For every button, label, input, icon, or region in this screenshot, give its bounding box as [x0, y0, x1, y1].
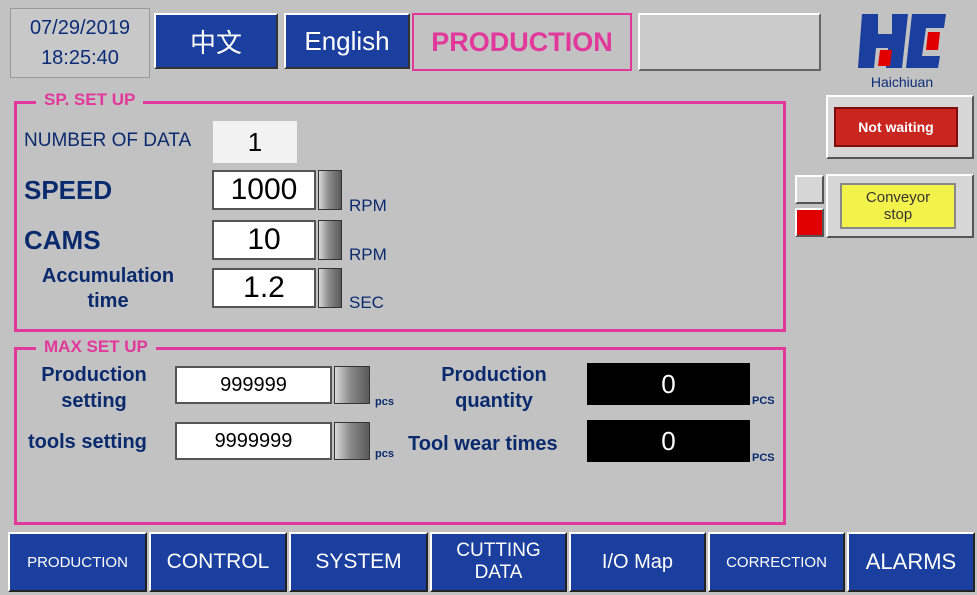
- sp-setup-title: SP. SET UP: [36, 90, 144, 110]
- nav-io-map[interactable]: I/O Map: [569, 532, 706, 592]
- tools-setting-adjust-button[interactable]: [334, 422, 370, 460]
- tool-wear-times-unit: PCS: [752, 452, 775, 464]
- cams-unit: RPM: [349, 245, 387, 264]
- language-chinese-button[interactable]: 中文: [154, 13, 278, 69]
- tools-setting-input[interactable]: 9999999: [175, 422, 332, 460]
- screen-title: PRODUCTION: [412, 13, 632, 71]
- production-quantity-unit: PCS: [752, 395, 775, 407]
- accumulation-time-input[interactable]: 1.2: [212, 268, 316, 308]
- nav-system[interactable]: SYSTEM: [289, 532, 428, 592]
- hc-logo-icon: [858, 14, 946, 68]
- cams-input[interactable]: 10: [212, 220, 316, 260]
- nav-correction[interactable]: CORRECTION: [708, 532, 845, 592]
- tool-wear-times-label: Tool wear times: [408, 433, 558, 455]
- production-quantity-label-line2: quantity: [455, 390, 533, 412]
- company-logo: Haichiuan: [852, 10, 952, 90]
- nav-control[interactable]: CONTROL: [149, 532, 287, 592]
- conveyor-stop-button[interactable]: Conveyor stop: [840, 183, 956, 229]
- cams-label: CAMS: [24, 225, 101, 255]
- tools-setting-label: tools setting: [28, 431, 147, 453]
- accumulation-unit: SEC: [349, 293, 384, 312]
- production-quantity-label: Production quantity: [424, 362, 564, 414]
- conveyor-button-line2: stop: [883, 206, 913, 223]
- conveyor-button-line1: Conveyor: [865, 189, 931, 206]
- accumulation-time-label: Accumulation time: [30, 264, 186, 314]
- accumulation-label-line2: time: [87, 290, 129, 312]
- number-of-data-value: 1: [213, 121, 297, 163]
- max-setup-title: MAX SET UP: [36, 337, 156, 357]
- nav-production[interactable]: PRODUCTION: [8, 532, 147, 592]
- production-setting-input[interactable]: 999999: [175, 366, 332, 404]
- blank-indicator-box: [638, 13, 821, 71]
- speed-adjust-button[interactable]: [318, 170, 342, 210]
- accumulation-label-line1: Accumulation: [41, 265, 175, 287]
- production-quantity-label-line1: Production: [441, 364, 547, 386]
- speed-input[interactable]: 1000: [212, 170, 316, 210]
- tool-wear-times-value: 0: [587, 420, 750, 462]
- nav-cutting-data[interactable]: CUTTING DATA: [430, 532, 567, 592]
- speed-label: SPEED: [24, 175, 113, 205]
- production-setting-unit: pcs: [375, 396, 394, 408]
- production-setting-adjust-button[interactable]: [334, 366, 370, 404]
- cams-adjust-button[interactable]: [318, 220, 342, 260]
- datetime-display: 07/29/2019 18:25:40: [10, 8, 150, 78]
- language-english-button[interactable]: English: [284, 13, 410, 69]
- nav-cutting-line2: DATA: [474, 562, 523, 583]
- logo-text: Haichiuan: [870, 74, 934, 90]
- conveyor-indicator-off: [795, 175, 824, 204]
- production-setting-label-line1: Production: [41, 364, 147, 386]
- not-waiting-button[interactable]: Not waiting: [834, 107, 958, 147]
- production-quantity-value: 0: [587, 363, 750, 405]
- production-setting-label-line2: setting: [61, 390, 127, 412]
- conveyor-indicator-on: [795, 208, 824, 237]
- nav-cutting-line1: CUTTING: [456, 540, 541, 561]
- number-of-data-label: NUMBER OF DATA: [24, 130, 192, 151]
- date-text: 07/29/2019: [29, 17, 131, 39]
- accumulation-adjust-button[interactable]: [318, 268, 342, 308]
- speed-unit: RPM: [349, 196, 387, 215]
- nav-alarms[interactable]: ALARMS: [847, 532, 975, 592]
- tools-setting-unit: pcs: [375, 448, 394, 460]
- production-setting-label: Production setting: [24, 362, 164, 414]
- time-text: 18:25:40: [41, 47, 119, 69]
